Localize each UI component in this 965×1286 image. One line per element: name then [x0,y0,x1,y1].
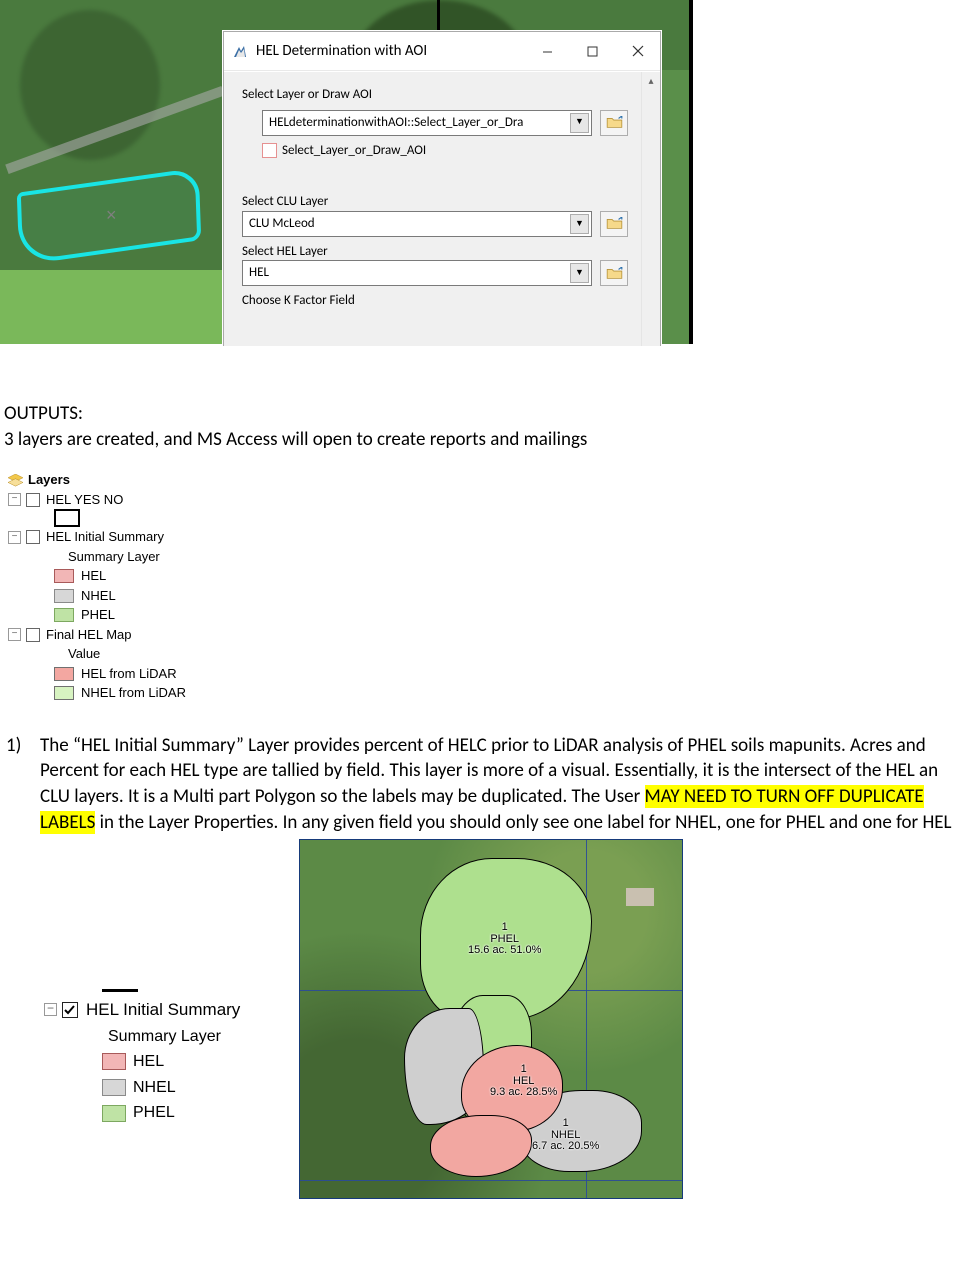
swatch-nhel [102,1079,126,1096]
aoi-centroid-icon: × [106,203,117,227]
hel-label: Select HEL Layer [242,243,628,261]
scroll-up-icon[interactable]: ▴ [642,72,660,90]
gridline [300,1180,682,1181]
hel-determination-dialog: HEL Determination with AOI ▴ Select Laye… [223,31,661,346]
aoi-section-label: Select Layer or Draw AOI [242,86,628,104]
hel-combo-value: HEL [249,264,269,282]
layer-final-hel-map[interactable]: Final HEL Map [46,625,132,645]
minimize-button[interactable] [525,32,570,70]
clu-layer-combo[interactable]: CLU McLeod ▼ [242,211,592,237]
layer-hel-yes-no[interactable]: HEL YES NO [46,490,123,510]
layers-icon [8,474,23,487]
symbol-outline [54,509,80,527]
legend-subtitle: Summary Layer [108,1024,221,1050]
layer-checkbox[interactable] [26,530,40,544]
aoi-layer-combo[interactable]: HELdeterminationwithAOI::Select_Layer_or… [262,110,592,136]
collapse-icon[interactable]: − [8,531,21,544]
aoi-browse-button[interactable] [600,110,628,136]
swatch-hel [54,569,74,583]
layer-checkbox[interactable] [26,628,40,642]
layer-checkbox[interactable] [26,493,40,507]
swatch-nhel [54,589,74,603]
swatch-hel-lidar [54,667,74,681]
layers-toc-screenshot: Layers −HEL YES NO −HEL Initial Summary … [8,470,216,703]
dropdown-icon[interactable]: ▼ [570,214,589,234]
dropdown-icon[interactable]: ▼ [570,263,589,283]
swatch-phel [102,1105,126,1122]
clu-browse-button[interactable] [600,211,628,237]
map-label-nhel: 1NHEL6.7 ac. 20.5% [532,1118,599,1153]
map-label-hel: 1HEL9.3 ac. 28.5% [490,1064,557,1099]
aoi-checkbox[interactable] [262,143,277,158]
map-label-phel: 1PHEL15.6 ac. 51.0% [468,922,541,957]
collapse-icon[interactable]: − [8,628,21,641]
legend-title[interactable]: HEL Initial Summary [86,996,240,1023]
hel-layer-combo[interactable]: HEL ▼ [242,260,592,286]
hel-dialog-over-aerial-screenshot: × HEL Determination with AOI ▴ Select [0,0,693,349]
outputs-heading: OUTPUTS: [4,401,961,427]
swatch-hel [102,1053,126,1070]
legend-hel: HEL [133,1049,164,1075]
legend-hel: HEL [81,566,106,586]
list-number: 1) [6,733,40,836]
swatch-nhel-lidar [54,686,74,700]
layer-hel-initial-summary[interactable]: HEL Initial Summary [46,527,164,547]
collapse-icon[interactable]: − [44,1003,57,1016]
aoi-checkbox-label: Select_Layer_or_Draw_AOI [282,142,426,160]
legend-nhel: NHEL [81,586,116,606]
summary-layer-label: Summary Layer [68,547,160,567]
list-item-1-text: The “HEL Initial Summary” Layer provides… [40,733,959,836]
clu-label: Select CLU Layer [242,193,628,211]
hel-browse-button[interactable] [600,260,628,286]
maximize-button[interactable] [570,32,615,70]
outputs-subtext: 3 layers are created, and MS Access will… [4,427,961,453]
aoi-combo-value: HELdeterminationwithAOI::Select_Layer_or… [269,114,523,132]
legend-phel: PHEL [81,605,115,625]
collapse-icon[interactable]: − [8,493,21,506]
layer-checkbox-checked[interactable] [62,1002,78,1018]
swatch-phel [54,608,74,622]
layers-title: Layers [28,470,70,490]
legend-nhel: NHEL [133,1075,176,1101]
dropdown-icon[interactable]: ▼ [570,113,589,133]
legend-phel: PHEL [133,1100,175,1126]
hel-summary-map: 1PHEL15.6 ac. 51.0% 1HEL9.3 ac. 28.5% 1N… [299,839,683,1199]
value-label: Value [68,644,100,664]
dialog-scrollbar[interactable]: ▴ [641,72,660,346]
tool-icon [232,43,248,59]
legend-hel-lidar: HEL from LiDAR [81,664,177,684]
kfactor-label: Choose K Factor Field [242,292,628,310]
legend-nhel-lidar: NHEL from LiDAR [81,683,186,703]
hel-initial-summary-legend: − HEL Initial Summary Summary Layer HEL … [44,989,299,1126]
clu-combo-value: CLU McLeod [249,215,315,233]
dialog-title: HEL Determination with AOI [256,41,427,61]
close-button[interactable] [615,32,660,70]
